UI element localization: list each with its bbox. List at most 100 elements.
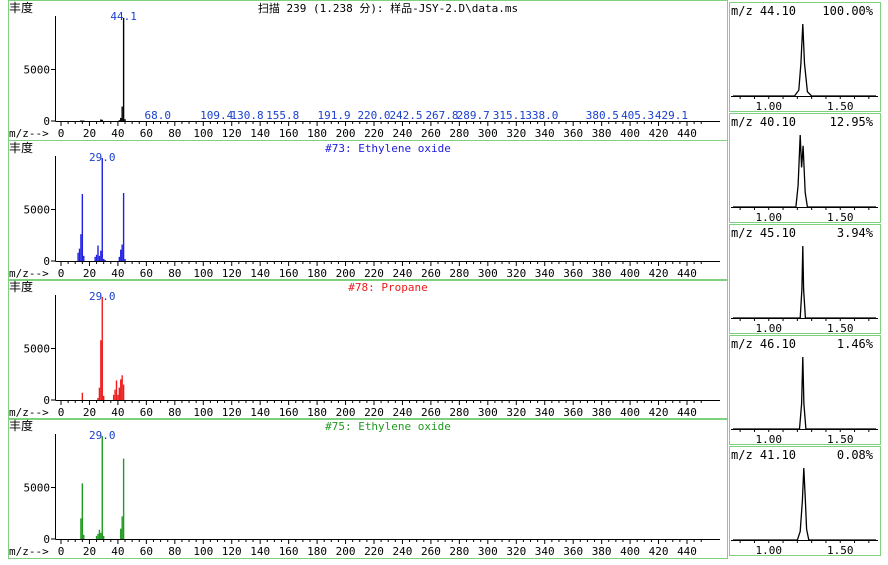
peak-label: 29.0 xyxy=(89,290,116,303)
x-tick-label: 160 xyxy=(279,267,299,280)
trace-mz-label: m/z 46.10 xyxy=(731,337,796,351)
x-tick-label: 320 xyxy=(506,127,526,140)
x-tick-label: 100 xyxy=(193,545,213,558)
x-axis-label: m/z--> xyxy=(9,127,49,140)
x-tick-label: 240 xyxy=(393,127,413,140)
x-tick-label: 180 xyxy=(307,545,327,558)
spectra-panels: 丰度 扫描 239 (1.238 分): 样品-JSY-2.D\data.ms 0 5… xyxy=(8,0,728,559)
x-tick-label: 0 xyxy=(58,267,65,280)
panel-frame xyxy=(8,140,728,281)
x-tick-label: 140 xyxy=(250,406,270,419)
x-tick-label: 360 xyxy=(563,545,583,558)
x-tick-label: 180 xyxy=(307,406,327,419)
ion-trace-panel-1: m/z 44.10 100.00% 1.00 1.50 xyxy=(729,2,881,113)
x-tick-label: 120 xyxy=(222,267,242,280)
x-tick-label: 440 xyxy=(677,267,697,280)
x-tick-label: 200 xyxy=(336,406,356,419)
x-tick-label: 280 xyxy=(449,406,469,419)
y-tick-label: 5000 xyxy=(24,204,51,217)
x-tick-label: 80 xyxy=(168,545,181,558)
x-tick-label: 300 xyxy=(478,267,498,280)
x-tick-label: 300 xyxy=(478,545,498,558)
trace-frame xyxy=(729,335,881,445)
x-tick-label: 320 xyxy=(506,545,526,558)
trace-tick-label: 1.50 xyxy=(827,433,854,446)
trace-tick-label: 1.50 xyxy=(827,100,854,113)
x-tick-label: 160 xyxy=(279,127,299,140)
x-tick-label: 280 xyxy=(449,267,469,280)
x-tick-label: 440 xyxy=(677,127,697,140)
trace-percent: 12.95% xyxy=(830,115,874,129)
trace-tick-label: 1.00 xyxy=(756,211,783,224)
x-tick-label: 220 xyxy=(364,127,384,140)
x-tick-label: 400 xyxy=(620,406,640,419)
trace-tick-label: 1.50 xyxy=(827,211,854,224)
x-tick-label: 140 xyxy=(250,127,270,140)
trace-percent: 3.94% xyxy=(837,226,874,240)
x-tick-label: 20 xyxy=(83,406,96,419)
x-tick-label: 20 xyxy=(83,545,96,558)
y-axis-label: 丰度 xyxy=(9,279,33,294)
trace-tick-label: 1.00 xyxy=(756,322,783,335)
x-tick-label: 220 xyxy=(364,267,384,280)
x-tick-label: 180 xyxy=(307,267,327,280)
x-tick-label: 140 xyxy=(250,545,270,558)
trace-line xyxy=(733,23,876,97)
x-tick-label: 260 xyxy=(421,545,441,558)
trace-line xyxy=(733,467,876,541)
x-tick-label: 100 xyxy=(193,406,213,419)
trace-tick-label: 1.50 xyxy=(827,322,854,335)
peak-label: 338.0 xyxy=(525,109,558,122)
mass-spectrum-report: 丰度 扫描 239 (1.238 分): 样品-JSY-2.D\data.ms 0 5… xyxy=(8,0,881,559)
x-tick-label: 160 xyxy=(279,545,299,558)
x-tick-label: 160 xyxy=(279,406,299,419)
spectrum-panel-3: 丰度 #78: Propane050000 20 40 60 80 100 120 140 160… xyxy=(8,279,728,420)
x-tick-label: 380 xyxy=(592,127,612,140)
x-tick-label: 0 xyxy=(58,406,65,419)
x-tick-label: 120 xyxy=(222,545,242,558)
x-tick-label: 60 xyxy=(140,545,153,558)
x-axis-label: m/z--> xyxy=(9,545,49,558)
x-tick-label: 320 xyxy=(506,267,526,280)
x-tick-label: 420 xyxy=(649,127,669,140)
x-tick-label: 120 xyxy=(222,406,242,419)
peak-label: 130.8 xyxy=(231,109,264,122)
x-tick-label: 140 xyxy=(250,267,270,280)
spectrum-title: #73: Ethylene oxide xyxy=(325,142,451,155)
trace-line xyxy=(733,356,876,430)
trace-percent: 100.00% xyxy=(822,4,873,18)
trace-percent: 1.46% xyxy=(837,337,874,351)
x-tick-label: 400 xyxy=(620,267,640,280)
trace-frame xyxy=(729,113,881,223)
trace-percent: 0.08% xyxy=(837,448,874,462)
ion-trace-panel-3: m/z 45.10 3.94% 1.00 1.50 xyxy=(729,224,881,335)
ion-trace-panels: m/z 44.10 100.00% 1.00 1.50 m/z 40.10 12.95% 1… xyxy=(729,2,881,557)
x-tick-label: 420 xyxy=(649,267,669,280)
x-tick-label: 60 xyxy=(140,406,153,419)
x-tick-label: 40 xyxy=(111,127,124,140)
x-tick-label: 20 xyxy=(83,267,96,280)
x-axis-label: m/z--> xyxy=(9,406,49,419)
x-tick-label: 280 xyxy=(449,127,469,140)
x-tick-label: 180 xyxy=(307,127,327,140)
x-tick-label: 60 xyxy=(140,267,153,280)
peak-label: 242.5 xyxy=(389,109,422,122)
x-tick-label: 100 xyxy=(193,267,213,280)
x-tick-label: 360 xyxy=(563,406,583,419)
x-tick-label: 260 xyxy=(421,127,441,140)
peak-label: 289.7 xyxy=(457,109,490,122)
x-tick-label: 20 xyxy=(83,127,96,140)
x-tick-label: 220 xyxy=(364,545,384,558)
x-tick-label: 380 xyxy=(592,267,612,280)
spectrum-panel-2: 丰度 #73: Ethylene oxide050000 20 40 60 80 100 12… xyxy=(8,140,728,281)
panel-frame xyxy=(8,418,728,559)
x-tick-label: 0 xyxy=(58,545,65,558)
x-axis-label: m/z--> xyxy=(9,267,49,280)
x-tick-label: 440 xyxy=(677,406,697,419)
ion-trace-panel-2: m/z 40.10 12.95% 1.00 1.50 xyxy=(729,113,881,224)
peak-label: 44.1 xyxy=(110,10,137,23)
peak-label: 68.0 xyxy=(144,109,171,122)
x-tick-label: 280 xyxy=(449,545,469,558)
trace-mz-label: m/z 41.10 xyxy=(731,448,796,462)
x-tick-label: 420 xyxy=(649,545,669,558)
